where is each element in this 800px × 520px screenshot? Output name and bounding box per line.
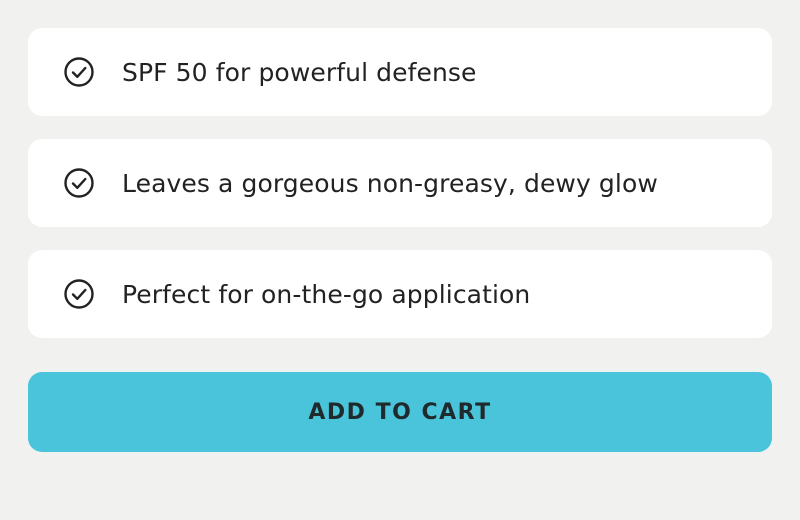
feature-item: SPF 50 for powerful defense [28, 28, 772, 116]
add-to-cart-button[interactable]: ADD TO CART [28, 372, 772, 452]
add-to-cart-label: ADD TO CART [308, 399, 492, 425]
feature-list: SPF 50 for powerful defense Leaves a gor… [28, 28, 772, 361]
feature-text: Perfect for on-the-go application [122, 279, 531, 309]
feature-text: SPF 50 for powerful defense [122, 57, 477, 87]
check-circle-icon [62, 55, 96, 89]
check-circle-icon [62, 166, 96, 200]
feature-item: Perfect for on-the-go application [28, 250, 772, 338]
feature-text: Leaves a gorgeous non-greasy, dewy glow [122, 168, 658, 198]
feature-item: Leaves a gorgeous non-greasy, dewy glow [28, 139, 772, 227]
check-circle-icon [62, 277, 96, 311]
